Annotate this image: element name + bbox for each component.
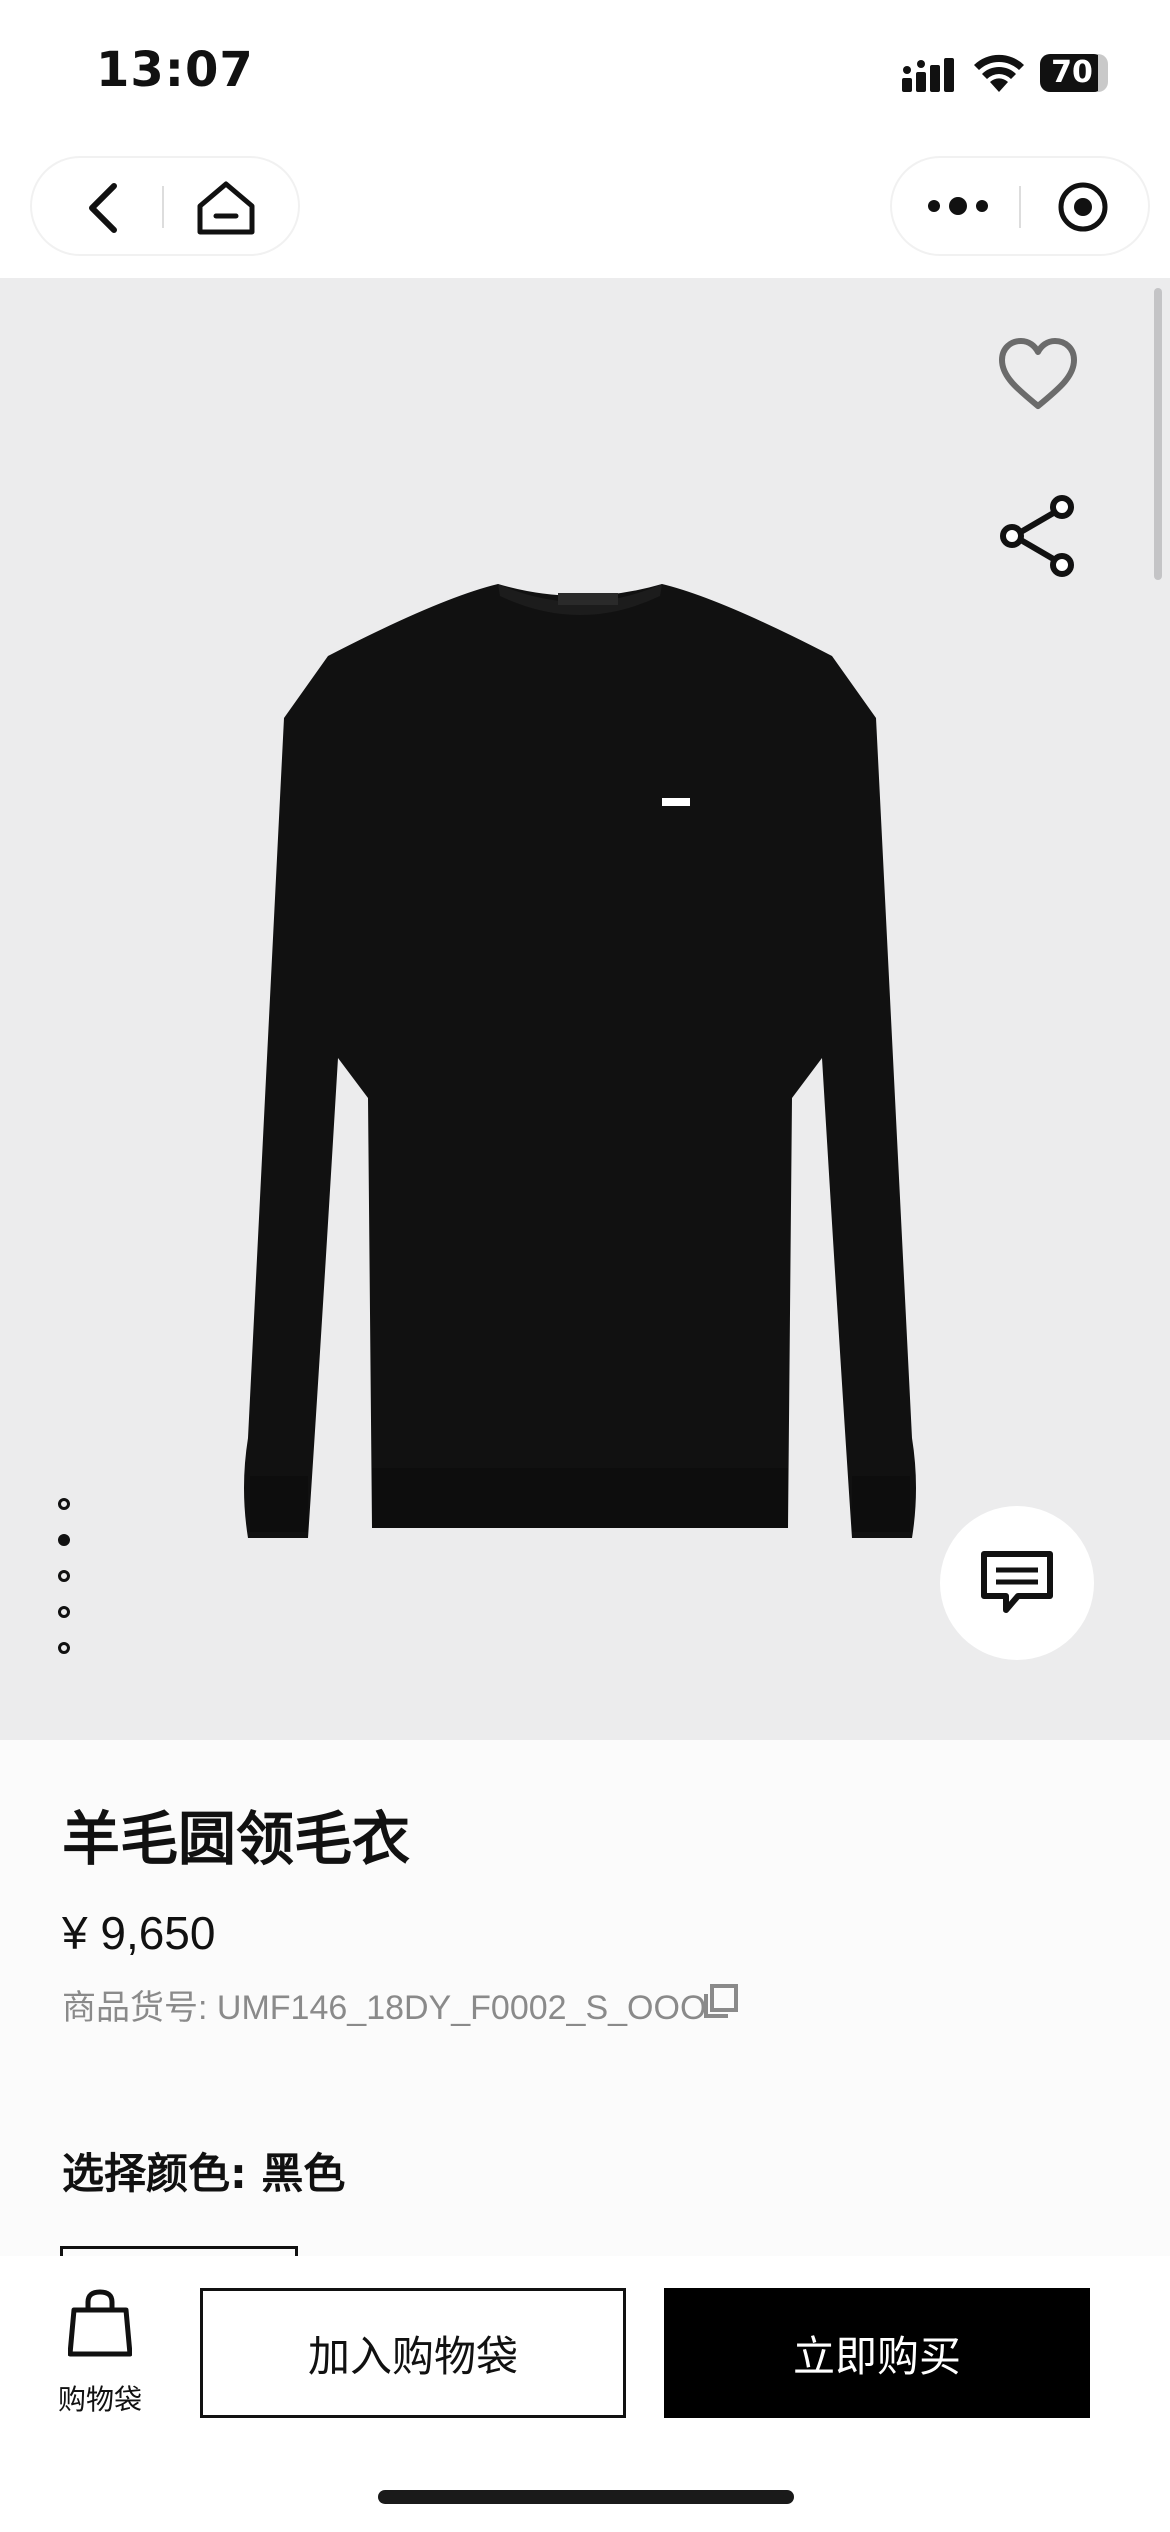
home-indicator bbox=[378, 2490, 794, 2504]
carousel-dot[interactable] bbox=[58, 1498, 70, 1510]
product-detail-page: 13:07 70 羊毛圆领毛衣 ¥ 9,650 商品货号: UMF146_18D… bbox=[0, 0, 1170, 2532]
wifi-icon bbox=[974, 54, 1024, 92]
bottom-action-bar: 购物袋 加入购物袋 立即购买 bbox=[0, 2256, 1170, 2532]
battery-icon: 70 bbox=[1040, 54, 1104, 92]
chat-button[interactable] bbox=[940, 1506, 1094, 1660]
product-image-carousel[interactable] bbox=[0, 278, 1170, 1740]
share-icon[interactable] bbox=[996, 494, 1080, 578]
nav-divider bbox=[162, 186, 164, 228]
nav-left-capsule bbox=[32, 158, 298, 254]
heart-icon[interactable] bbox=[996, 336, 1080, 412]
color-row: 选择颜色: 黑色 bbox=[62, 2140, 345, 2201]
copy-icon[interactable] bbox=[702, 1982, 742, 2022]
carousel-dot-active[interactable] bbox=[58, 1534, 70, 1546]
signal-icon bbox=[902, 58, 954, 92]
home-icon[interactable] bbox=[194, 178, 258, 238]
carousel-dot[interactable] bbox=[58, 1642, 70, 1654]
back-icon[interactable] bbox=[80, 182, 130, 234]
carousel-dot[interactable] bbox=[58, 1606, 70, 1618]
status-time: 13:07 bbox=[96, 42, 254, 98]
status-bar: 13:07 70 bbox=[0, 0, 1170, 150]
chat-icon bbox=[981, 1551, 1053, 1613]
bag-icon bbox=[68, 2289, 132, 2357]
nav-divider bbox=[1019, 186, 1021, 228]
scrollbar[interactable] bbox=[1154, 288, 1162, 580]
nav-right-capsule bbox=[892, 158, 1148, 254]
more-icon[interactable] bbox=[926, 192, 990, 220]
buy-now-button[interactable]: 立即购买 bbox=[664, 2288, 1090, 2418]
sku-value: UMF146_18DY_F0002_S_OOO bbox=[216, 1989, 707, 2027]
target-icon[interactable] bbox=[1056, 180, 1110, 234]
sku-row: 商品货号: UMF146_18DY_F0002_S_OOO bbox=[62, 1980, 738, 2030]
product-photo bbox=[244, 584, 916, 1538]
carousel-dot[interactable] bbox=[58, 1570, 70, 1582]
sku-label: 商品货号: bbox=[62, 1989, 217, 2027]
product-price: ¥ 9,650 bbox=[62, 1907, 216, 1959]
product-title: 羊毛圆领毛衣 bbox=[62, 1805, 411, 1873]
color-label: 选择颜色: bbox=[62, 2149, 262, 2198]
carousel-dots bbox=[58, 1498, 78, 1678]
add-to-bag-button[interactable]: 加入购物袋 bbox=[200, 2288, 626, 2418]
battery-level-rest bbox=[1098, 54, 1108, 92]
color-value: 黑色 bbox=[261, 2149, 346, 2198]
bag-label[interactable]: 购物袋 bbox=[58, 2378, 142, 2418]
